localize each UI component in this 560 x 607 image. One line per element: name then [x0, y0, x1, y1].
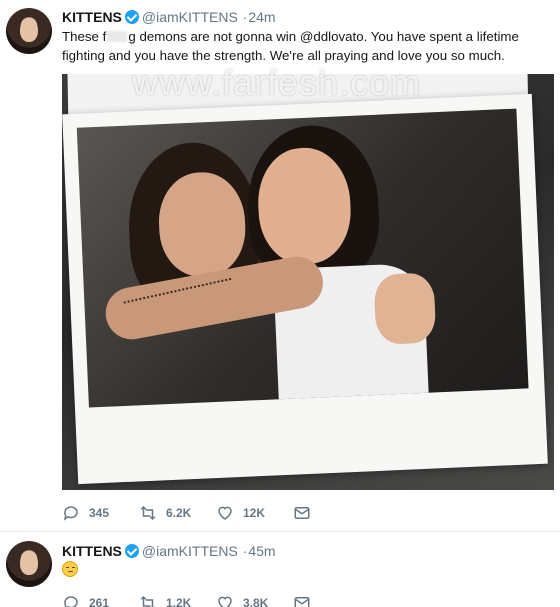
heart-icon — [218, 506, 232, 520]
tweet-kittens-24m[interactable]: KITTENS @iamKITTENS ·24m These fg demons … — [0, 0, 560, 532]
user-handle[interactable]: @iamKITTENS — [142, 9, 238, 25]
polaroid-frame — [62, 93, 548, 485]
like-button[interactable]: 12K — [216, 504, 293, 522]
tweet-text-end: g demons are not gonna win @ddlovato. Yo… — [62, 29, 519, 63]
hand — [373, 272, 437, 345]
tweet-header: KITTENS @iamKITTENS ·24m — [62, 8, 276, 26]
retweet-button[interactable]: 6.2K — [139, 504, 216, 522]
reply-button[interactable]: 261 — [62, 594, 139, 607]
tweet-text-start: These f — [62, 29, 107, 44]
user-handle[interactable]: @iamKITTENS — [142, 543, 238, 559]
display-name[interactable]: KITTENS — [62, 543, 122, 559]
reply-count: 345 — [89, 506, 110, 520]
verified-badge-icon — [124, 544, 139, 558]
tweet-actions: 261 1.2K 3.8K — [62, 594, 370, 607]
message-button[interactable] — [293, 594, 370, 607]
retweet-count: 1.2K — [166, 596, 192, 607]
reply-button[interactable]: 345 — [62, 504, 139, 522]
like-button[interactable]: 3.8K — [216, 594, 293, 607]
tweet-actions: 345 6.2K 12K — [62, 504, 370, 522]
reply-count: 261 — [89, 596, 110, 607]
retweet-icon — [140, 595, 155, 607]
separator-dot: · — [242, 9, 248, 25]
censored-word — [107, 31, 128, 42]
like-count: 3.8K — [243, 596, 269, 607]
tweet-text: These fg demons are not gonna win @ddlov… — [62, 27, 552, 65]
tweet-header: KITTENS @iamKITTENS ·45m — [62, 542, 276, 560]
like-count: 12K — [243, 506, 266, 520]
reply-icon — [64, 596, 78, 607]
timestamp[interactable]: 45m — [248, 543, 275, 559]
separator-dot: · — [242, 543, 248, 559]
tweet-photo[interactable] — [62, 74, 554, 490]
retweet-count: 6.2K — [166, 506, 192, 520]
retweet-button[interactable]: 1.2K — [139, 594, 216, 607]
avatar[interactable] — [6, 8, 52, 54]
tweet-kittens-45m[interactable]: KITTENS @iamKITTENS ·45m 261 1.2K 3.8K — [0, 533, 560, 607]
display-name[interactable]: KITTENS — [62, 9, 122, 25]
reply-icon — [63, 506, 78, 521]
watermark: www.farfesh.com — [132, 62, 422, 103]
message-button[interactable] — [293, 504, 370, 522]
envelope-icon — [294, 597, 310, 607]
avatar[interactable] — [6, 541, 52, 587]
polaroid-photo — [76, 108, 529, 408]
timestamp[interactable]: 24m — [248, 9, 275, 25]
envelope-icon — [294, 507, 310, 519]
verified-badge-icon — [124, 10, 139, 24]
heart-icon — [218, 596, 232, 607]
relieved-face-emoji-icon — [62, 561, 78, 577]
retweet-icon — [140, 505, 156, 521]
